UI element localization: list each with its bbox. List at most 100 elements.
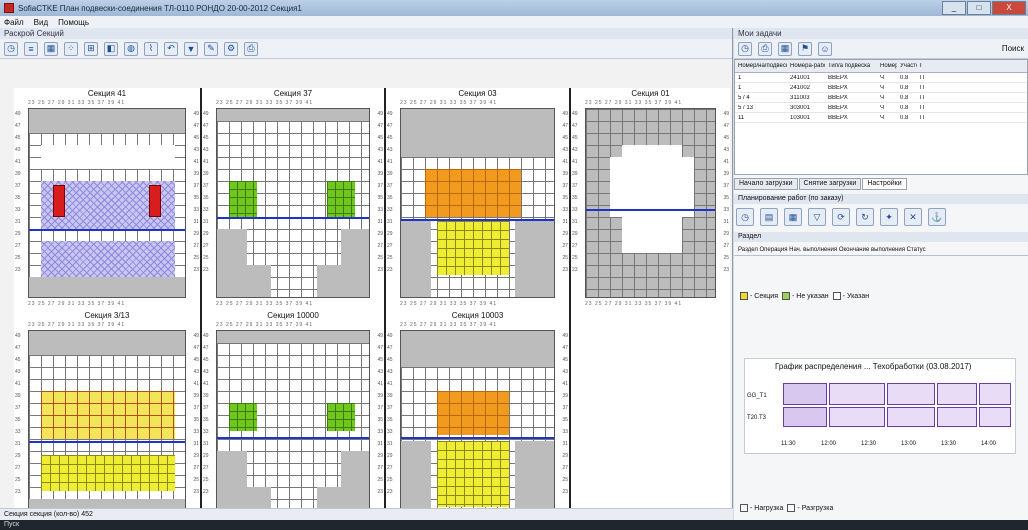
red-marker[interactable] (53, 185, 65, 217)
section-grid[interactable] (400, 330, 555, 518)
table-cell: ВВЕРХ (828, 74, 848, 81)
section-grid[interactable] (28, 108, 186, 298)
filter-icon[interactable]: ▽ (808, 208, 826, 226)
print-icon[interactable]: ⎙ (758, 41, 772, 56)
section-grid[interactable] (216, 108, 370, 298)
loaded-block[interactable] (41, 391, 175, 439)
column-header[interactable]: Номер (877, 63, 897, 69)
green-block[interactable] (229, 181, 257, 217)
anchor-icon[interactable]: ⚓ (928, 208, 946, 226)
table-row[interactable]: 11 103001 ВВЕРХ Ч 0.8 П (735, 113, 1027, 123)
green-block[interactable] (229, 403, 257, 431)
axis-line (29, 229, 185, 231)
list-icon[interactable]: ≡ (24, 41, 38, 56)
dots-icon[interactable]: ⁘ (64, 41, 78, 56)
column-header[interactable]: Г (917, 63, 931, 69)
globe-icon[interactable]: ◍ (124, 41, 138, 56)
red-marker[interactable] (149, 185, 161, 217)
section-ruler: 23 25 27 29 31 33 35 37 39 41 (28, 100, 126, 106)
section-ruler: 23 25 27 29 31 33 35 37 39 41 (28, 301, 126, 307)
settings-icon[interactable]: ⚙ (224, 41, 238, 56)
clock-icon[interactable]: ◷ (736, 208, 754, 226)
tab-stop-loading[interactable]: Снятие загрузки (798, 178, 862, 190)
maximize-button[interactable]: □ (967, 1, 991, 15)
table-cell: ВВЕРХ (828, 114, 848, 121)
menu-view[interactable]: Вид (34, 18, 48, 27)
green-block[interactable] (327, 403, 355, 431)
section-card[interactable]: Секция 41 23 25 27 29 31 33 35 37 39 41 … (14, 88, 200, 308)
search-label[interactable]: Поиск (1002, 44, 1024, 53)
chart-row-label: GG_Т1 (747, 393, 767, 399)
section-card[interactable]: Секция 10000 23 25 27 29 31 33 35 37 39 … (202, 310, 384, 528)
close-button[interactable]: X (992, 1, 1026, 15)
orange-block[interactable] (425, 169, 521, 217)
refresh-icon[interactable]: ⟳ (832, 208, 850, 226)
schedule-bar[interactable] (887, 407, 935, 427)
filter-icon[interactable]: ▼ (184, 41, 198, 56)
orange-block[interactable] (437, 391, 509, 435)
grid-icon[interactable]: ▦ (784, 208, 802, 226)
pencil-icon[interactable]: ✎ (204, 41, 218, 56)
table-row[interactable]: 5 / 4 311003 ВВЕРХ Ч 0.8 П (735, 93, 1027, 103)
schedule-bar[interactable] (937, 383, 977, 405)
schedule-chart[interactable]: График распределения ... Техобработки (0… (744, 358, 1016, 454)
tab-settings[interactable]: Настройки (862, 178, 907, 190)
yellow-block[interactable] (437, 221, 509, 275)
section-card[interactable]: Секция 10003 23 25 27 29 31 33 35 37 39 … (386, 310, 569, 528)
chart-icon[interactable]: ⌇ (144, 41, 158, 56)
table-row[interactable]: 5 / 13 303001 ВВЕРХ Ч 0.8 П (735, 103, 1027, 113)
section-card[interactable]: Секция 3/13 23 25 27 29 31 33 35 37 39 4… (14, 310, 200, 528)
schedule-bar[interactable] (979, 383, 1011, 405)
schedule-bar[interactable] (937, 407, 977, 427)
section-grid[interactable] (216, 330, 370, 518)
print-icon[interactable]: ⎙ (244, 41, 258, 56)
column-header[interactable]: Участок (897, 63, 917, 69)
section-grid[interactable] (585, 108, 716, 298)
schedule-bar[interactable] (783, 407, 827, 427)
column-header[interactable]: Номера-рабочих (787, 63, 825, 69)
refresh-icon[interactable]: ◷ (738, 41, 752, 56)
section-side-scale: 49 47 45 43 41 39 37 35 33 31 29 27 25 2… (193, 111, 199, 273)
flag-icon[interactable]: ⚑ (798, 41, 812, 56)
green-block[interactable] (327, 181, 355, 217)
minimize-button[interactable]: _ (942, 1, 966, 15)
star-icon[interactable]: ✦ (880, 208, 898, 226)
column-header[interactable]: Тип/а подвеска (825, 63, 877, 69)
table-cell: 241001 (790, 74, 811, 81)
section-grid[interactable] (28, 330, 186, 518)
schedule-bar[interactable] (829, 383, 885, 405)
section-card[interactable]: Секция 37 23 25 27 29 31 33 35 37 39 41 … (202, 88, 384, 308)
zoom-icon[interactable]: ⊞ (84, 41, 98, 56)
section-card[interactable]: Секция 03 23 25 27 29 31 33 35 37 39 41 … (386, 88, 569, 308)
schedule-bar[interactable] (783, 383, 827, 405)
tab-start-loading[interactable]: Начало загрузки (734, 178, 798, 190)
legend-label: - Указан (842, 292, 870, 300)
table-row[interactable]: 1 241002 ВВЕРХ Ч 0.8 П (735, 83, 1027, 93)
table-icon[interactable]: ▦ (778, 41, 792, 56)
yellow-block[interactable] (437, 441, 509, 507)
axis-line (29, 441, 185, 443)
section-grid[interactable] (400, 108, 555, 298)
clock-icon[interactable]: ◷ (4, 41, 18, 56)
free-zone (41, 145, 175, 169)
schedule-bar[interactable] (887, 383, 935, 405)
unused-zone (515, 441, 554, 517)
yellow-block[interactable] (41, 455, 175, 491)
planning-subheader: Планирование работ (по заказу) (734, 194, 1028, 204)
schedule-bar[interactable] (979, 407, 1011, 427)
section-card[interactable]: Секция 01 23 25 27 29 31 33 35 37 39 41 … (571, 88, 730, 308)
column-header[interactable]: Номер/на/подвеска (735, 63, 787, 69)
layers-icon[interactable]: ◧ (104, 41, 118, 56)
delete-icon[interactable]: ✕ (904, 208, 922, 226)
grid-icon[interactable]: ▦ (44, 41, 58, 56)
menu-help[interactable]: Помощь (58, 18, 89, 27)
users-icon[interactable]: ☺ (818, 41, 832, 56)
taskbar[interactable]: Пуск (0, 520, 1028, 530)
table-row[interactable]: 1 241001 ВВЕРХ Ч 0.8 П (735, 73, 1027, 83)
calendar-icon[interactable]: ▤ (760, 208, 778, 226)
menu-file[interactable]: Файл (4, 18, 24, 27)
sync-icon[interactable]: ↻ (856, 208, 874, 226)
schedule-bar[interactable] (829, 407, 885, 427)
undo-icon[interactable]: ↶ (164, 41, 178, 56)
table-cell: 5 / 4 (738, 94, 750, 101)
